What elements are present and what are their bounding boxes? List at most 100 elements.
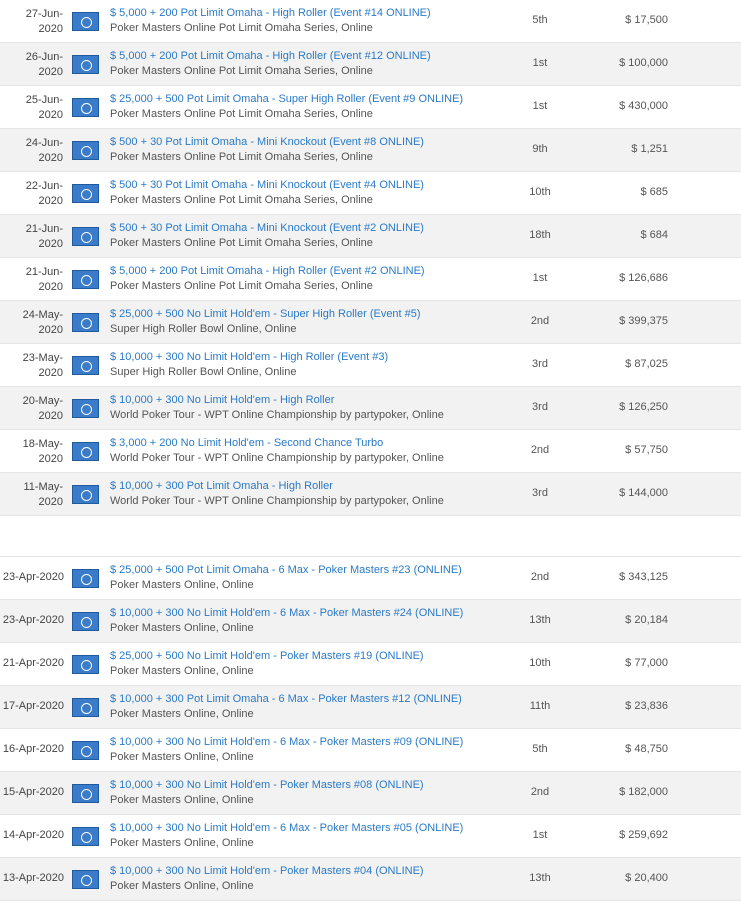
series-name: Poker Masters Online, Online <box>110 622 254 634</box>
result-row: 15-Apr-2020 $ 10,000 + 300 No Limit Hold… <box>0 772 741 815</box>
un-flag-icon <box>72 270 99 289</box>
year-separator <box>0 516 741 557</box>
result-date: 25-Jun- 2020 <box>25 94 63 121</box>
series-name: Poker Masters Online Pot Limit Omaha Ser… <box>110 280 373 292</box>
event-link[interactable]: $ 10,000 + 300 No Limit Hold'em - 6 Max … <box>110 735 463 750</box>
result-row: 16-Apr-2020 $ 10,000 + 300 No Limit Hold… <box>0 729 741 772</box>
finish-place: 1st <box>532 100 548 112</box>
event-link[interactable]: $ 5,000 + 200 Pot Limit Omaha - High Rol… <box>110 264 425 279</box>
finish-place: 5th <box>532 14 548 26</box>
series-name: Poker Masters Online, Online <box>110 708 254 720</box>
finish-place: 3rd <box>532 401 548 413</box>
prize-amount: $ 100,000 <box>619 57 668 69</box>
series-name: World Poker Tour - WPT Online Championsh… <box>110 409 444 421</box>
result-row: 25-Jun- 2020 $ 25,000 + 500 Pot Limit Oma… <box>0 86 741 129</box>
series-name: Poker Masters Online, Online <box>110 837 254 849</box>
finish-place: 2nd <box>530 786 550 798</box>
result-date: 21-Jun- 2020 <box>25 266 63 293</box>
result-row: 14-Apr-2020 $ 10,000 + 300 No Limit Hold… <box>0 815 741 858</box>
prize-amount: $ 1,251 <box>631 143 668 155</box>
finish-place: 2nd <box>530 444 550 456</box>
result-row: 17-Apr-2020 $ 10,000 + 300 Pot Limit Oma… <box>0 686 741 729</box>
result-date: 21-Jun- 2020 <box>25 223 63 250</box>
event-link[interactable]: $ 10,000 + 300 No Limit Hold'em - High R… <box>110 393 444 408</box>
result-date: 16-Apr-2020 <box>2 743 64 755</box>
finish-place: 18th <box>529 229 551 241</box>
un-flag-icon <box>72 55 99 74</box>
prize-amount: $ 20,184 <box>625 614 668 626</box>
prize-amount: $ 17,500 <box>625 14 668 26</box>
event-link[interactable]: $ 3,000 + 200 No Limit Hold'em - Second … <box>110 436 444 451</box>
event-link[interactable]: $ 10,000 + 300 No Limit Hold'em - 6 Max … <box>110 606 463 621</box>
prize-amount: $ 399,375 <box>619 315 668 327</box>
result-row: 20-May- 2020 $ 10,000 + 300 No Limit Hold… <box>0 387 741 430</box>
prize-amount: $ 23,836 <box>625 700 668 712</box>
result-row: 23-Apr-2020 $ 10,000 + 300 No Limit Hold… <box>0 600 741 643</box>
prize-amount: $ 126,250 <box>619 401 668 413</box>
event-link[interactable]: $ 5,000 + 200 Pot Limit Omaha - High Rol… <box>110 6 431 21</box>
result-row: 18-May- 2020 $ 3,000 + 200 No Limit Hold'… <box>0 430 741 473</box>
un-flag-icon <box>72 98 99 117</box>
event-link[interactable]: $ 500 + 30 Pot Limit Omaha - Mini Knocko… <box>110 135 424 150</box>
un-flag-icon <box>72 827 99 846</box>
finish-place: 2nd <box>530 315 550 327</box>
result-row: 11-May- 2020 $ 10,000 + 300 Pot Limit Oma… <box>0 473 741 516</box>
prize-amount: $ 685 <box>640 186 668 198</box>
un-flag-icon <box>72 442 99 461</box>
event-link[interactable]: $ 5,000 + 200 Pot Limit Omaha - High Rol… <box>110 49 431 64</box>
event-link[interactable]: $ 25,000 + 500 No Limit Hold'em - Poker … <box>110 649 424 664</box>
finish-place: 10th <box>529 657 551 669</box>
event-link[interactable]: $ 25,000 + 500 Pot Limit Omaha - Super H… <box>110 92 463 107</box>
series-name: Poker Masters Online, Online <box>110 794 254 806</box>
event-link[interactable]: $ 10,000 + 300 Pot Limit Omaha - High Ro… <box>110 479 444 494</box>
un-flag-icon <box>72 784 99 803</box>
finish-place: 3rd <box>532 358 548 370</box>
result-date: 13-Apr-2020 <box>2 872 64 884</box>
prize-amount: $ 684 <box>640 229 668 241</box>
finish-place: 9th <box>532 143 548 155</box>
result-date: 15-Apr-2020 <box>2 786 64 798</box>
event-link[interactable]: $ 500 + 30 Pot Limit Omaha - Mini Knocko… <box>110 221 424 236</box>
result-row: 21-Jun- 2020 $ 5,000 + 200 Pot Limit Omah… <box>0 258 741 301</box>
finish-place: 1st <box>532 272 548 284</box>
event-link[interactable]: $ 500 + 30 Pot Limit Omaha - Mini Knocko… <box>110 178 424 193</box>
finish-place: 1st <box>532 57 548 69</box>
series-name: Poker Masters Online, Online <box>110 579 254 591</box>
un-flag-icon <box>72 741 99 760</box>
series-name: Poker Masters Online, Online <box>110 665 254 677</box>
event-link[interactable]: $ 10,000 + 300 No Limit Hold'em - High R… <box>110 350 388 365</box>
finish-place: 2nd <box>530 571 550 583</box>
prize-amount: $ 48,750 <box>625 743 668 755</box>
un-flag-icon <box>72 227 99 246</box>
series-name: Poker Masters Online Pot Limit Omaha Ser… <box>110 22 373 34</box>
finish-place: 3rd <box>532 487 548 499</box>
result-date: 23-May- 2020 <box>22 352 63 379</box>
finish-place: 13th <box>529 872 551 884</box>
result-row: 24-May- 2020 $ 25,000 + 500 No Limit Hold… <box>0 301 741 344</box>
prize-amount: $ 87,025 <box>625 358 668 370</box>
un-flag-icon <box>72 313 99 332</box>
result-row: 27-Jun- 2020 $ 5,000 + 200 Pot Limit Omah… <box>0 0 741 43</box>
un-flag-icon <box>72 184 99 203</box>
prize-amount: $ 126,686 <box>619 272 668 284</box>
event-link[interactable]: $ 25,000 + 500 Pot Limit Omaha - 6 Max -… <box>110 563 462 578</box>
result-row: 26-Jun- 2020 $ 5,000 + 200 Pot Limit Omah… <box>0 43 741 86</box>
un-flag-icon <box>72 612 99 631</box>
un-flag-icon <box>72 12 99 31</box>
series-name: Poker Masters Online Pot Limit Omaha Ser… <box>110 108 373 120</box>
result-row: 21-Jun- 2020 $ 500 + 30 Pot Limit Omaha -… <box>0 215 741 258</box>
event-link[interactable]: $ 10,000 + 300 No Limit Hold'em - Poker … <box>110 778 424 793</box>
prize-amount: $ 343,125 <box>619 571 668 583</box>
result-date: 18-May- 2020 <box>22 438 63 465</box>
un-flag-icon <box>72 399 99 418</box>
result-date: 21-Apr-2020 <box>2 657 64 669</box>
event-link[interactable]: $ 10,000 + 300 No Limit Hold'em - Poker … <box>110 864 424 879</box>
event-link[interactable]: $ 10,000 + 300 No Limit Hold'em - 6 Max … <box>110 821 463 836</box>
result-row: 24-Jun- 2020 $ 500 + 30 Pot Limit Omaha -… <box>0 129 741 172</box>
result-date: 24-Jun- 2020 <box>25 137 63 164</box>
series-name: Poker Masters Online, Online <box>110 751 254 763</box>
un-flag-icon <box>72 698 99 717</box>
event-link[interactable]: $ 10,000 + 300 Pot Limit Omaha - 6 Max -… <box>110 692 462 707</box>
finish-place: 1st <box>532 829 548 841</box>
event-link[interactable]: $ 25,000 + 500 No Limit Hold'em - Super … <box>110 307 421 322</box>
